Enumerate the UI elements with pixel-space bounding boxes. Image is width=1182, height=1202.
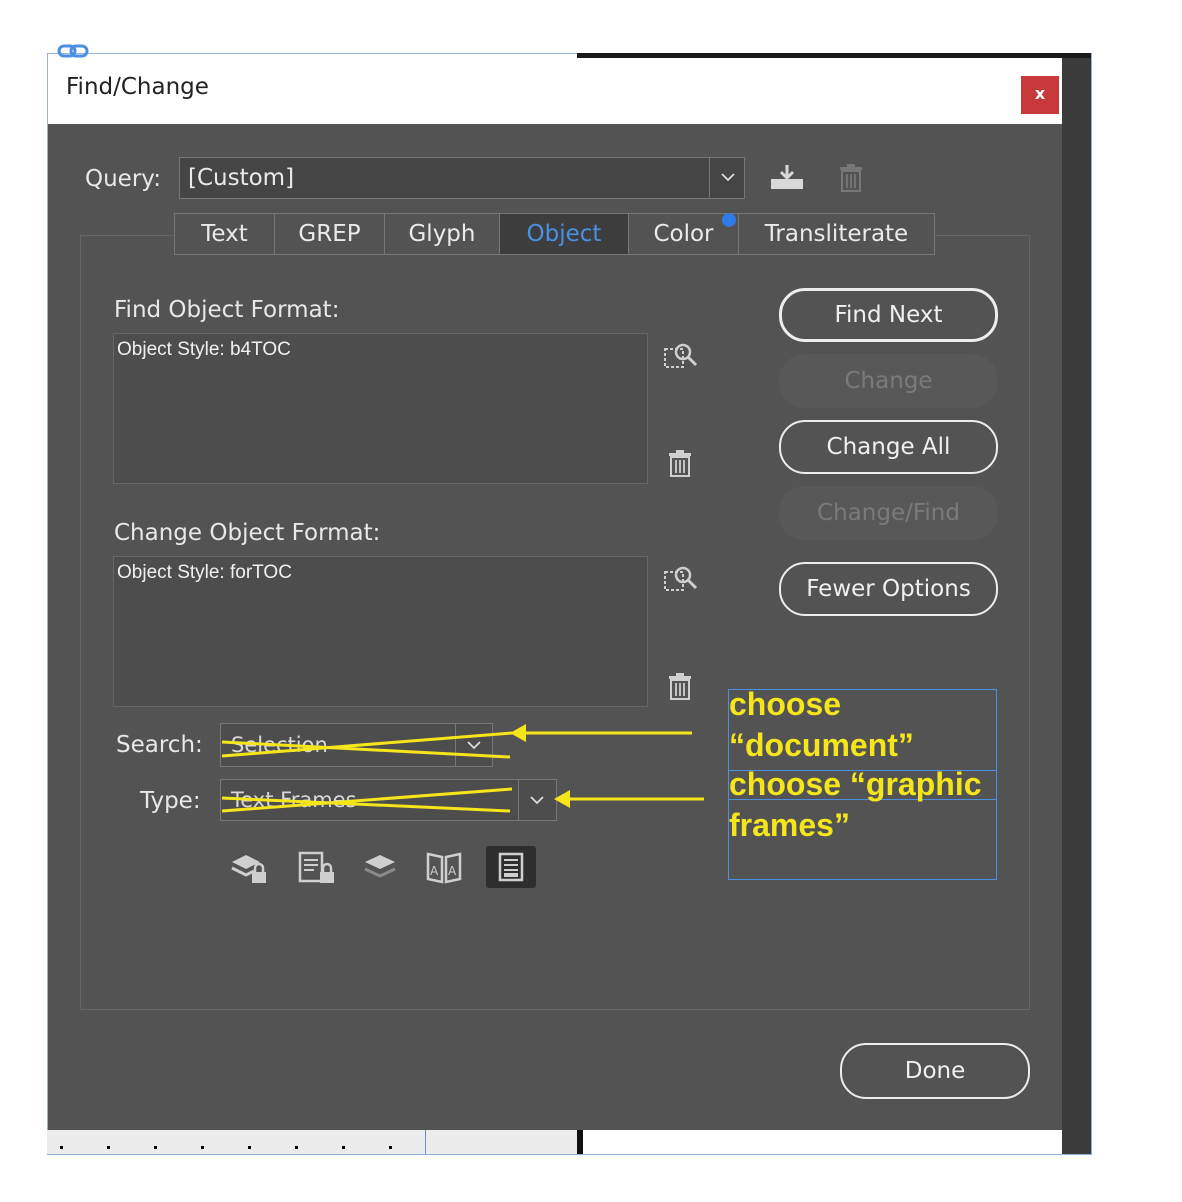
arrow-type-head (554, 790, 570, 808)
annotation-overlay (221, 724, 704, 813)
arrow-search-head (510, 724, 526, 742)
